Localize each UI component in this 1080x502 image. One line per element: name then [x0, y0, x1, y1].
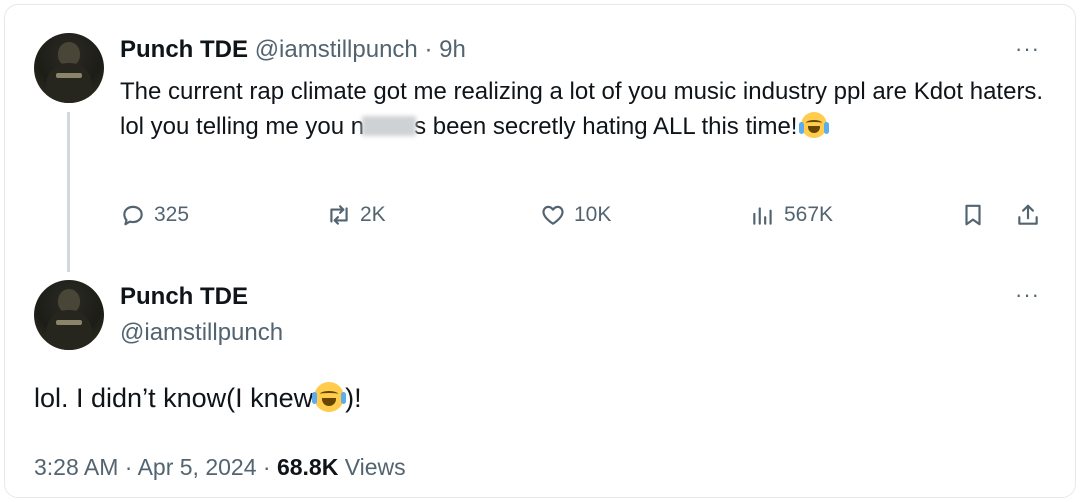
share-icon: [1018, 204, 1038, 225]
separator: ·: [124, 454, 133, 480]
tweet-text: The current rap climate got me realizing…: [120, 74, 1050, 144]
reply-count: 325: [154, 203, 190, 226]
more-options-icon[interactable]: ···: [1015, 38, 1040, 60]
tweet-metadata: 3:28 AM · Apr 5, 2024 · 68.8K Views: [34, 452, 406, 482]
tweet-actions-bar: 325 2K 10K 567K: [120, 202, 1050, 238]
tweet-text-part: lol. I didn’t know(I knew: [34, 383, 314, 413]
face-with-tears-of-joy-icon: [799, 112, 830, 138]
analytics-icon: [753, 207, 772, 225]
tweet-text-part: )!: [345, 383, 362, 413]
tweet-text-part: s been secretly hating ALL this time!: [414, 113, 798, 140]
reply-button[interactable]: 325: [120, 202, 189, 228]
bookmark-icon: [965, 204, 981, 226]
avatar[interactable]: [34, 280, 104, 350]
like-button[interactable]: 10K: [540, 202, 611, 228]
retweet-count: 2K: [360, 203, 386, 226]
views-count[interactable]: 68.8K: [277, 454, 338, 480]
bookmark-button[interactable]: [960, 202, 986, 228]
tweet-date[interactable]: Apr 5, 2024: [138, 454, 257, 480]
heart-icon: [542, 205, 564, 225]
handle[interactable]: @iamstillpunch: [120, 318, 283, 348]
views-count: 567K: [784, 203, 834, 226]
avatar[interactable]: [34, 33, 104, 103]
separator: ·: [424, 36, 433, 63]
thread-connector-line: [67, 112, 70, 272]
handle[interactable]: @iamstillpunch: [255, 36, 418, 63]
censored-blur: [362, 116, 417, 136]
timestamp[interactable]: 9h: [439, 36, 466, 63]
tweet-text: lol. I didn’t know(I knew)!: [34, 380, 362, 416]
retweet-button[interactable]: 2K: [326, 202, 386, 228]
retweet-icon: [330, 205, 348, 225]
share-button[interactable]: [1015, 202, 1041, 228]
reply-icon: [123, 205, 143, 226]
more-options-icon[interactable]: ···: [1015, 284, 1040, 306]
like-count: 10K: [574, 203, 612, 226]
display-name[interactable]: Punch TDE: [120, 282, 248, 312]
tweet-time[interactable]: 3:28 AM: [34, 454, 118, 480]
tweet-header: Punch TDE @iamstillpunch · 9h: [120, 35, 466, 65]
views-button[interactable]: 567K: [750, 202, 833, 228]
face-with-tears-of-joy-icon: [312, 382, 347, 412]
separator: ·: [262, 454, 271, 480]
display-name[interactable]: Punch TDE: [120, 36, 248, 63]
views-label: Views: [344, 454, 406, 480]
